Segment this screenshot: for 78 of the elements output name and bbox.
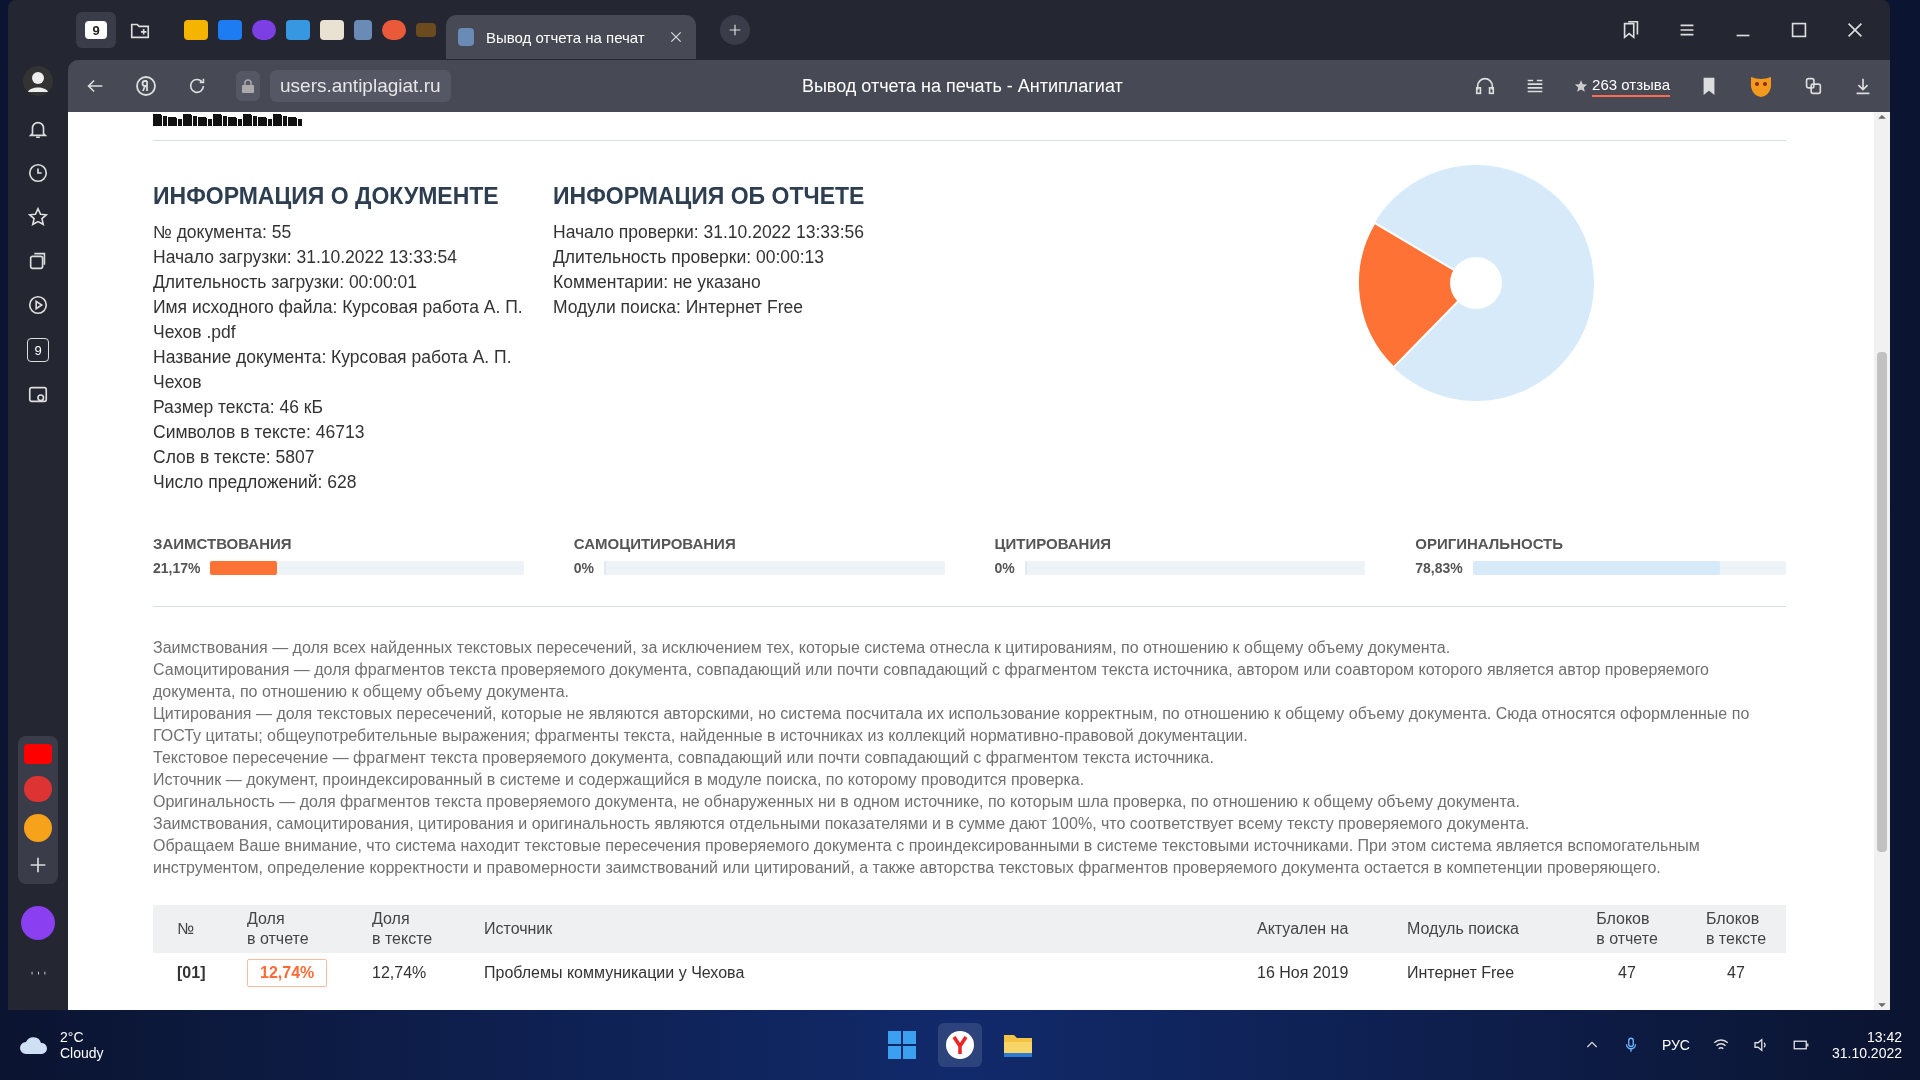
scroll-down-icon[interactable] bbox=[1877, 1000, 1887, 1010]
document-info-line: Название документа: Курсовая работа А. П. Чехов bbox=[153, 346, 513, 394]
yandex-icon[interactable] bbox=[945, 1030, 975, 1060]
table-cell-text: Интернет Free bbox=[1406, 963, 1516, 983]
table-cell-text: 47 bbox=[1726, 963, 1746, 983]
stat-value: 0% bbox=[573, 560, 594, 576]
definition-text: Цитирования — доля текстовых пересечений, которые не являются авторскими, но система посчитала их использование корректным, по отношению к общему объему документа. Сюда относятся оформленные по ГОСТу цитаты; общеупотребительные выражения; фрагменты текста, найденные в источниках из коллекций нормативно-правовой документации. bbox=[153, 704, 1751, 746]
browser-tab[interactable]: Вывод отчета на печат bbox=[446, 15, 696, 59]
definition-text: Текстовое пересечение — фрагмент текста проверяемого документа, совпадающий или почти совпадающий с фрагментом текста источника. bbox=[153, 748, 1215, 768]
yandex-icon[interactable] bbox=[134, 74, 158, 98]
column-header: Доля в тексте bbox=[348, 905, 460, 953]
column-header: № bbox=[153, 905, 223, 953]
column-header: Модуль поиска bbox=[1383, 905, 1568, 953]
lock-icon[interactable] bbox=[236, 71, 260, 101]
document-info-line: Число предложений: 628 bbox=[153, 471, 358, 494]
scroll-up-icon[interactable] bbox=[1877, 112, 1887, 122]
table-cell-text: Проблемы коммуникации у Чехова bbox=[483, 963, 746, 983]
column-header: Актуален на bbox=[1233, 905, 1383, 953]
definition-text: Заимствования — доля всех найденных текстовых пересечений, за исключением тех, которые система отнесла к цитированиям, по отношению к общему объему документа. bbox=[153, 638, 1452, 658]
qr-code-icon bbox=[153, 114, 303, 126]
play-icon[interactable] bbox=[27, 294, 49, 316]
definition-text: Источник — документ, проиндексированный в системе и содержащийся в модуле поиска, по которому проводится проверка. bbox=[153, 770, 1086, 790]
definition-text: Оригинальность — доля фрагментов текста проверяемого документа, не обнаруженных ни в одном источнике, по которым шла проверка, по отношению к общему объему документа. bbox=[153, 792, 1521, 812]
report-info-line: Комментарии: не указано bbox=[553, 271, 762, 294]
table-cell-text: 47 bbox=[1617, 963, 1637, 983]
share-badge: 12,74% bbox=[247, 959, 328, 987]
cloud-icon[interactable] bbox=[18, 1034, 50, 1056]
stat-label: ЦИТИРОВАНИЯ bbox=[994, 535, 1112, 552]
counter-badge[interactable]: 9 bbox=[27, 338, 49, 362]
stat-label: ЗАИМСТВОВАНИЯ bbox=[153, 535, 293, 552]
table-cell-text: 16 Ноя 2019 bbox=[1256, 963, 1350, 983]
scrollbar-thumb[interactable] bbox=[1877, 352, 1887, 852]
stat-label: САМОЦИТИРОВАНИЯ bbox=[573, 535, 737, 552]
definition-text: Обращаем Ваше внимание, что система находит текстовые пересечения проверяемого документа с проиндексированными в системе текстовыми источниками. При этом система является вспомогательным инструментом, определение корректности и правомерности заимствований или цитирований, а также авторства текстовых фрагментов проверяемого документа остается в компетенции проверяющего. bbox=[153, 836, 1701, 878]
stat-value: 78,83% bbox=[1415, 560, 1463, 576]
address-field[interactable]: users.antiplagiat.ru bbox=[270, 70, 451, 102]
column-header: Доля в отчете bbox=[223, 905, 348, 953]
plus-icon[interactable] bbox=[727, 22, 743, 38]
document-info-line: Размер текста: 46 кБ bbox=[153, 396, 324, 419]
clock-date[interactable]: 31.10.2022 bbox=[1831, 1045, 1902, 1061]
star-icon[interactable] bbox=[27, 206, 49, 228]
clock-icon[interactable] bbox=[27, 162, 49, 184]
column-header: Блоков в отчете bbox=[1568, 905, 1686, 953]
document-info-line: Символов в тексте: 46713 bbox=[153, 421, 366, 444]
stat-value: 21,17% bbox=[153, 560, 201, 576]
report-info-line: Модули поиска: Интернет Free bbox=[553, 296, 804, 319]
star-icon bbox=[1574, 79, 1589, 93]
reviews-link[interactable]: 263 отзыва bbox=[1592, 75, 1670, 97]
windows-icon[interactable] bbox=[888, 1031, 916, 1059]
document-info-line: Длительность загрузки: 00:00:01 bbox=[153, 271, 418, 294]
stat-label: ОРИГИНАЛЬНОСТЬ bbox=[1415, 535, 1565, 552]
section-heading: ИНФОРМАЦИЯ О ДОКУМЕНТЕ bbox=[153, 183, 500, 210]
report-info-line: Начало проверки: 31.10.2022 13:33:56 bbox=[553, 221, 866, 244]
document-info-line: Начало загрузки: 31.10.2022 13:33:54 bbox=[153, 246, 458, 269]
headphones-icon[interactable] bbox=[1474, 75, 1497, 97]
folder-icon[interactable] bbox=[1003, 1032, 1033, 1058]
definition-text: Самоцитирования — доля фрагментов текста проверяемого документа, совпадающий или почти совпадающий с фрагментом текста источника, автором или соавтором которого является автор проверяемого документа, по отношению к общему объему документа. bbox=[153, 660, 1710, 702]
document-info-line: Слов в тексте: 5807 bbox=[153, 446, 316, 469]
report-info-line: Длительность проверки: 00:00:13 bbox=[553, 246, 826, 269]
column-header: Блоков в тексте bbox=[1686, 905, 1786, 953]
home-tab[interactable]: 9 bbox=[76, 12, 116, 48]
table-cell-text: 12,74% bbox=[371, 963, 428, 983]
document-info-line: Имя исходного файла: Курсовая работа А. П. Чехов .pdf bbox=[153, 296, 524, 344]
profile-icon[interactable] bbox=[23, 66, 53, 96]
document-info-line: № документа: 55 bbox=[153, 221, 293, 244]
stat-value: 0% bbox=[994, 560, 1015, 576]
temperature-text: 2°C bbox=[60, 1029, 85, 1045]
close-icon[interactable] bbox=[668, 29, 684, 45]
language-indicator[interactable]: РУС bbox=[1661, 1037, 1690, 1053]
browser-taskbar-button[interactable] bbox=[938, 1023, 982, 1067]
new-tab-button[interactable] bbox=[720, 15, 750, 45]
clock-time[interactable]: 13:42 bbox=[1866, 1029, 1902, 1045]
table-cell-text: [01] bbox=[176, 963, 207, 983]
section-heading: ИНФОРМАЦИЯ ОБ ОТЧЕТЕ bbox=[553, 183, 866, 210]
page-title: Вывод отчета на печать - Антиплагиат bbox=[800, 75, 1124, 97]
column-header: Источник bbox=[460, 905, 1233, 953]
weather-text: Cloudy bbox=[60, 1045, 104, 1061]
definition-text: Заимствования, самоцитирования, цитирования и оригинальность являются отдельными показателями и в сумме дают 100%, что соответствует всему тексту проверяемого документа. bbox=[153, 814, 1531, 834]
